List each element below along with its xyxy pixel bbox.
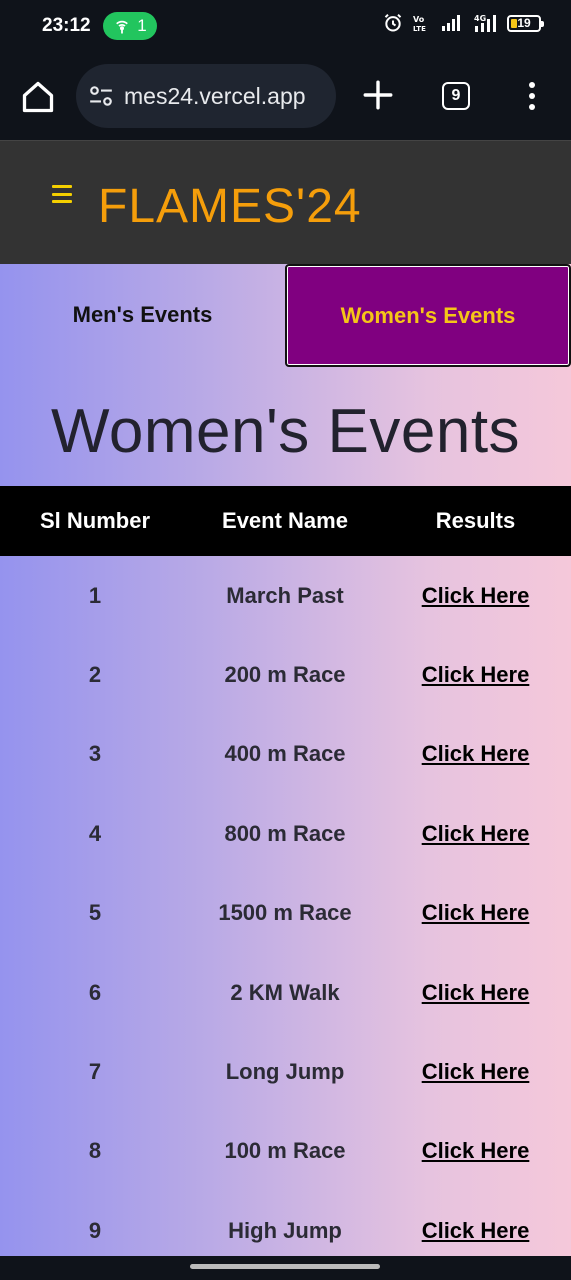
event-name: 1500 m Race (218, 900, 352, 926)
main-content: Men's Events Women's Events Women's Even… (0, 264, 571, 1256)
row-number: 9 (88, 1217, 102, 1243)
table-row: 5 1500 m Race Click Here (0, 874, 571, 953)
signal-icon (442, 15, 460, 31)
new-tab-icon[interactable] (361, 78, 395, 112)
table-row: 8 100 m Race Click Here (0, 1112, 571, 1191)
site-header: FLAMES'24 (0, 140, 571, 264)
table-row: 1 March Past Click Here (0, 556, 571, 635)
tab-womens-events[interactable]: Women's Events (285, 264, 571, 367)
status-time: 23:12 (42, 15, 91, 36)
results-link[interactable]: Click Here (422, 741, 530, 766)
results-link[interactable]: Click Here (422, 1138, 530, 1163)
event-name: 100 m Race (224, 1138, 346, 1164)
tab-count: 9 (451, 87, 461, 104)
table-row: 4 800 m Race Click Here (0, 794, 571, 873)
results-link[interactable]: Click Here (422, 1218, 530, 1243)
overflow-menu-icon[interactable] (522, 80, 542, 112)
volte-icon: VoLTE (413, 15, 426, 33)
table-row: 6 2 KM Walk Click Here (0, 953, 571, 1032)
column-header-sl-number: Sl Number (39, 508, 151, 533)
svg-text:Vo: Vo (413, 15, 425, 24)
address-bar[interactable]: mes24.vercel.app (76, 64, 336, 128)
hamburger-menu-icon[interactable] (52, 185, 72, 203)
row-number: 8 (88, 1138, 102, 1164)
row-number: 3 (88, 741, 102, 767)
hotspot-count: 1 (137, 16, 147, 35)
alarm-icon (384, 13, 402, 32)
results-link[interactable]: Click Here (422, 900, 530, 925)
table-header-row: Sl Number Event Name Results (0, 486, 571, 556)
row-number: 1 (88, 582, 102, 608)
url-text[interactable]: mes24.vercel.app (124, 83, 306, 110)
results-link[interactable]: Click Here (422, 821, 530, 846)
results-link[interactable]: Click Here (422, 1059, 530, 1084)
navigation-gesture-bar (0, 1256, 571, 1280)
table-row: 2 200 m Race Click Here (0, 635, 571, 714)
column-header-event-name: Event Name (222, 508, 348, 533)
site-settings-icon[interactable] (88, 83, 114, 109)
row-number: 4 (88, 820, 102, 846)
event-name: 800 m Race (224, 820, 346, 846)
battery-level: 19 (517, 15, 531, 30)
tab-switcher-button[interactable]: 9 (442, 82, 470, 110)
event-name: 200 m Race (224, 662, 346, 688)
row-number: 5 (88, 900, 102, 926)
tab-mens-events[interactable]: Men's Events (0, 264, 285, 366)
table-row: 3 400 m Race Click Here (0, 715, 571, 794)
row-number: 7 (88, 1059, 102, 1085)
event-name: High Jump (228, 1217, 342, 1243)
events-table: Sl Number Event Name Results 1 March Pas… (0, 486, 571, 1256)
svg-text:LTE: LTE (413, 25, 426, 33)
event-name: Long Jump (225, 1059, 345, 1085)
browser-toolbar: mes24.vercel.app 9 (0, 52, 571, 140)
signal-4g-icon: 4G (474, 14, 496, 32)
event-name: 2 KM Walk (230, 979, 340, 1005)
results-link[interactable]: Click Here (422, 583, 530, 608)
battery-icon: 19 (507, 14, 544, 32)
status-icons: Vo LTE 4G 19 (383, 13, 544, 33)
hotspot-icon (116, 20, 129, 34)
network-label: 4G (474, 14, 486, 23)
results-link[interactable]: Click Here (422, 980, 530, 1005)
event-name: March Past (226, 582, 344, 608)
page-title: Women's Events (50, 397, 521, 466)
table-row: 7 Long Jump Click Here (0, 1032, 571, 1111)
gesture-handle[interactable] (190, 1264, 380, 1269)
column-header-results: Results (435, 508, 516, 533)
table-row: 9 High Jump Click Here (0, 1191, 571, 1256)
home-icon[interactable] (20, 79, 56, 115)
brand-logo[interactable]: FLAMES'24 (98, 179, 362, 234)
row-number: 6 (88, 979, 102, 1005)
event-name: 400 m Race (224, 741, 346, 767)
row-number: 2 (88, 662, 102, 688)
status-bar: 23:12 1 Vo LTE 4G 19 (0, 0, 571, 52)
results-link[interactable]: Click Here (422, 662, 530, 687)
hotspot-indicator: 1 (103, 12, 157, 40)
